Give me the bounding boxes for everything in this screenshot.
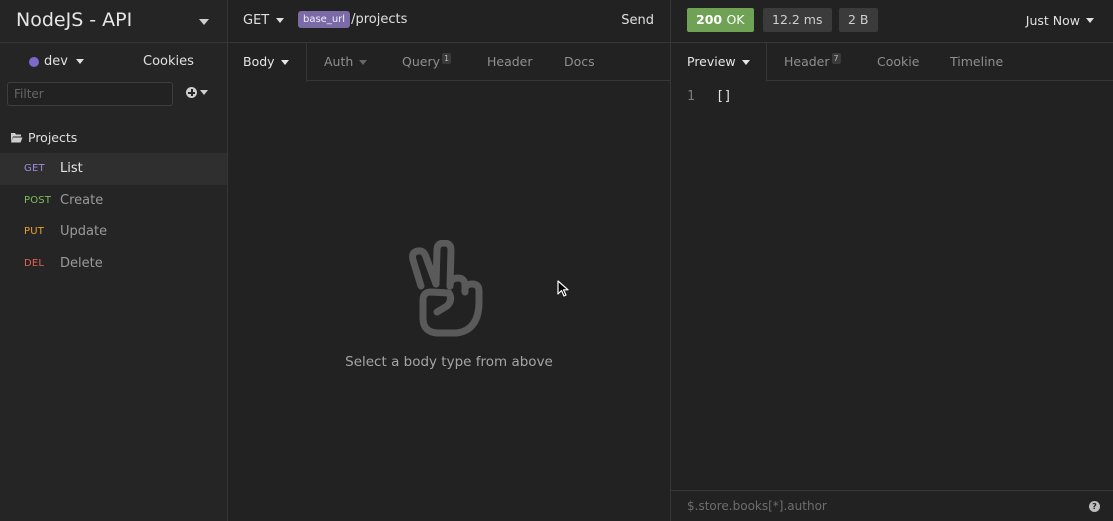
plus-circle-icon bbox=[186, 87, 197, 98]
query-count-badge: 1 bbox=[442, 52, 452, 64]
response-body-text: [] bbox=[716, 89, 732, 104]
method-select[interactable]: GET bbox=[243, 13, 285, 28]
empty-body-state: Select a body type from above bbox=[228, 240, 670, 370]
folder-label: Projects bbox=[28, 129, 78, 145]
filter-input[interactable] bbox=[7, 82, 173, 106]
size-badge: 2 B bbox=[839, 8, 878, 32]
sidebar: NodeJS - API dev Cookies Projects GET Li… bbox=[0, 0, 228, 521]
tab-header-label: Header bbox=[487, 54, 533, 69]
tab-timeline-label: Timeline bbox=[950, 54, 1004, 69]
method-badge: POST bbox=[24, 194, 52, 206]
request-tabs: Body Auth Query 1 Header Docs bbox=[228, 43, 670, 82]
response-filter-bar: $.store.books[*].author ? bbox=[671, 490, 1113, 521]
tab-response-header-label: Header bbox=[784, 54, 830, 69]
peace-hand-icon bbox=[409, 240, 483, 337]
add-menu-button[interactable] bbox=[186, 87, 208, 98]
method-label: GET bbox=[243, 13, 270, 28]
response-filter-input[interactable]: $.store.books[*].author bbox=[687, 499, 827, 513]
tab-body[interactable]: Body bbox=[228, 43, 307, 82]
folder-open-icon bbox=[11, 132, 23, 142]
header-count-badge: 7 bbox=[831, 52, 841, 64]
request-item-create[interactable]: POST Create bbox=[0, 185, 227, 217]
tab-cookie[interactable]: Cookie bbox=[877, 43, 919, 81]
tab-query[interactable]: Query 1 bbox=[402, 43, 452, 81]
chevron-down-icon bbox=[280, 59, 289, 65]
request-name: Update bbox=[60, 224, 108, 240]
tab-header[interactable]: Header bbox=[487, 43, 533, 81]
request-name: Create bbox=[60, 192, 104, 208]
workspace-header[interactable]: NodeJS - API bbox=[0, 0, 227, 43]
tab-cookie-label: Cookie bbox=[877, 54, 920, 69]
tab-auth[interactable]: Auth bbox=[324, 43, 368, 81]
request-pane: GET base_url /projects Send Body Auth Qu… bbox=[228, 0, 671, 521]
line-number: 1 bbox=[687, 89, 695, 104]
status-badge: 200 OK bbox=[687, 8, 754, 32]
url-bar-row: GET base_url /projects Send bbox=[228, 0, 670, 43]
chevron-down-icon bbox=[359, 59, 368, 65]
environment-dot-icon bbox=[29, 56, 39, 67]
response-meta-row: 200 OK 12.2 ms 2 B Just Now bbox=[671, 0, 1113, 43]
status-text: OK bbox=[726, 12, 745, 27]
help-icon[interactable]: ? bbox=[1089, 501, 1100, 512]
request-name: Delete bbox=[60, 255, 103, 271]
folder-projects[interactable]: Projects bbox=[0, 121, 227, 153]
tab-body-label: Body bbox=[243, 54, 275, 69]
workspace-title[interactable]: NodeJS - API bbox=[16, 9, 132, 31]
url-path: /projects bbox=[351, 12, 408, 27]
request-name: List bbox=[60, 161, 83, 177]
filter-row bbox=[0, 81, 227, 111]
env-variable-tag[interactable]: base_url bbox=[298, 11, 351, 28]
chevron-down-icon bbox=[200, 90, 208, 95]
chevron-down-icon bbox=[75, 59, 84, 64]
environment-label: dev bbox=[44, 54, 68, 69]
response-time-label: Just Now bbox=[1025, 13, 1080, 28]
tab-preview[interactable]: Preview bbox=[671, 43, 767, 82]
response-tabs: Preview Header 7 Cookie Timeline bbox=[671, 43, 1113, 82]
environment-select[interactable]: dev bbox=[29, 54, 84, 69]
url-input[interactable]: base_url /projects bbox=[298, 11, 407, 28]
cookies-button[interactable]: Cookies bbox=[143, 54, 194, 69]
status-code: 200 bbox=[696, 12, 723, 27]
environment-row: dev Cookies bbox=[0, 43, 227, 81]
chevron-down-icon bbox=[741, 59, 750, 65]
tab-docs-label: Docs bbox=[564, 54, 595, 69]
tab-auth-label: Auth bbox=[324, 54, 354, 69]
workspace-caret-icon[interactable] bbox=[199, 19, 209, 25]
timing-badge: 12.2 ms bbox=[763, 8, 832, 32]
response-pane: 200 OK 12.2 ms 2 B Just Now Preview Head… bbox=[671, 0, 1113, 521]
method-badge: GET bbox=[24, 163, 45, 175]
tab-preview-label: Preview bbox=[687, 54, 736, 69]
request-item-update[interactable]: PUT Update bbox=[0, 216, 227, 248]
chevron-down-icon bbox=[276, 18, 285, 23]
method-badge: DEL bbox=[24, 257, 45, 269]
send-button[interactable]: Send bbox=[621, 13, 654, 28]
request-item-list[interactable]: GET List bbox=[0, 153, 227, 185]
tab-response-header[interactable]: Header 7 bbox=[784, 43, 841, 81]
response-history-select[interactable]: Just Now bbox=[1026, 13, 1094, 28]
tab-timeline[interactable]: Timeline bbox=[950, 43, 1003, 81]
tab-docs[interactable]: Docs bbox=[564, 43, 595, 81]
chevron-down-icon bbox=[1086, 18, 1094, 23]
method-badge: PUT bbox=[24, 226, 45, 238]
request-item-delete[interactable]: DEL Delete bbox=[0, 248, 227, 280]
empty-body-message: Select a body type from above bbox=[345, 354, 553, 370]
tab-query-label: Query bbox=[402, 54, 440, 69]
mouse-cursor-icon bbox=[557, 280, 569, 297]
